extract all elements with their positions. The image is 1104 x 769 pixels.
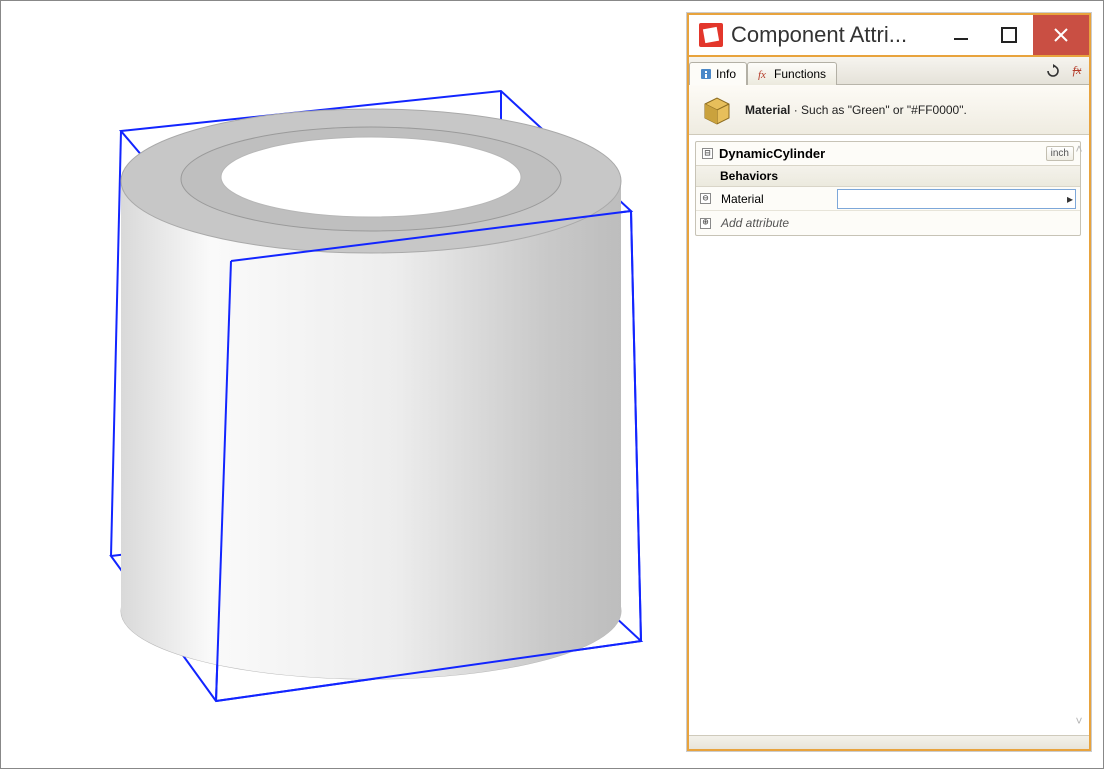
sketchup-app-icon [699,23,723,47]
attribute-label-material[interactable]: Material [717,192,837,206]
attribute-description-text: Material · Such as "Green" or "#FF0000". [745,103,967,117]
maximize-button[interactable] [985,15,1033,55]
material-box-icon [699,92,735,128]
panel-statusbar [689,735,1089,749]
tab-info-label: Info [716,67,736,81]
attribute-description: Material · Such as "Green" or "#FF0000". [689,85,1089,135]
clear-fx-button[interactable]: fx [1065,57,1089,84]
add-attribute-row[interactable]: ⊕ Add attribute [696,211,1080,235]
app-stage: Component Attri... Info [0,0,1104,769]
add-attribute-toggle[interactable]: ⊕ [700,218,711,229]
refresh-button[interactable] [1041,57,1065,84]
component-header[interactable]: ⊟ DynamicCylinder inch [696,142,1080,166]
vertical-scrollbar[interactable]: ˄ ˅ [1071,141,1087,729]
component-name: DynamicCylinder [719,146,825,161]
model-viewport[interactable] [1,1,701,761]
unit-badge[interactable]: inch [1046,146,1074,161]
attribute-description-label: Material [745,103,790,117]
component-box: ⊟ DynamicCylinder inch Behaviors ⊖ Mater… [695,141,1081,236]
attribute-description-detail: · Such as "Green" or "#FF0000". [790,103,966,117]
window-controls [937,15,1089,55]
add-attribute-label: Add attribute [717,216,789,230]
minimize-button[interactable] [937,15,985,55]
functions-icon: fx [758,68,770,80]
scroll-down-icon[interactable]: ˅ [1071,713,1087,729]
tab-functions-label: Functions [774,67,826,81]
info-icon [700,68,712,80]
behaviors-section-label: Behaviors [696,166,1080,187]
component-attributes-panel: Component Attri... Info [687,13,1091,751]
panel-tabbar: Info fx Functions fx [689,57,1089,85]
refresh-icon [1046,64,1060,78]
close-icon [1053,27,1069,43]
component-collapse-toggle[interactable]: ⊟ [702,148,713,159]
tab-info[interactable]: Info [689,62,747,85]
scroll-up-icon[interactable]: ˄ [1071,141,1087,157]
svg-text:fx: fx [758,69,766,80]
attribute-remove-toggle[interactable]: ⊖ [700,193,711,204]
titlebar[interactable]: Component Attri... [689,15,1089,57]
window-title: Component Attri... [731,22,937,48]
attribute-input-material[interactable]: ▸ [837,189,1076,209]
close-button[interactable] [1033,15,1089,55]
maximize-icon [1001,27,1017,43]
tab-functions[interactable]: fx Functions [747,62,837,85]
clear-fx-icon: fx [1073,63,1082,78]
attributes-tree: ⊟ DynamicCylinder inch Behaviors ⊖ Mater… [689,135,1089,735]
minimize-icon [952,26,970,44]
attribute-row-material: ⊖ Material ▸ [696,187,1080,211]
